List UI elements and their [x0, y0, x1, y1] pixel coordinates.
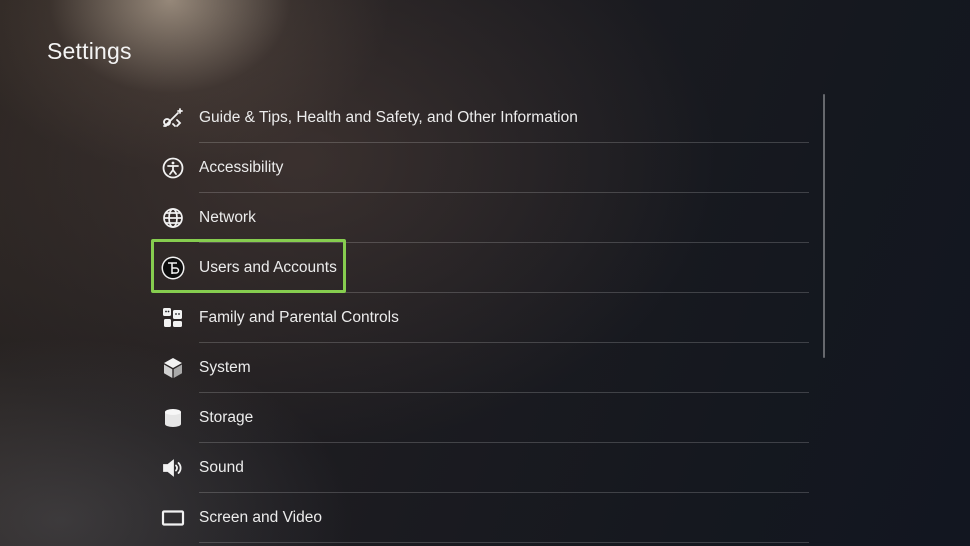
settings-item-family-parental[interactable]: Family and Parental Controls [163, 293, 809, 343]
settings-item-accessibility[interactable]: Accessibility [162, 143, 809, 193]
settings-item-network[interactable]: Network [163, 193, 809, 243]
storage-cylinder-icon [161, 406, 185, 430]
settings-item-storage[interactable]: Storage [165, 393, 809, 443]
cube-icon [161, 356, 185, 380]
accessibility-icon [161, 156, 185, 180]
settings-item-sound[interactable]: Sound [163, 443, 809, 493]
settings-item-label: Users and Accounts [199, 258, 337, 276]
settings-item-label: System [199, 358, 251, 376]
settings-item-users-accounts[interactable]: Users and Accounts [161, 243, 809, 293]
settings-item-label: Screen and Video [199, 508, 322, 526]
settings-item-label: Sound [199, 458, 244, 476]
speaker-icon [161, 456, 185, 480]
settings-item-label: Guide & Tips, Health and Safety, and Oth… [199, 108, 578, 126]
settings-item-label: Storage [199, 408, 254, 426]
settings-item-guide-tips[interactable]: Guide & Tips, Health and Safety, and Oth… [163, 93, 809, 143]
settings-item-system[interactable]: System [164, 343, 809, 393]
guide-tips-icon [161, 106, 185, 130]
settings-item-label: Family and Parental Controls [199, 308, 399, 326]
settings-item-label: Accessibility [199, 158, 284, 176]
user-avatar-icon [161, 256, 185, 280]
scrollbar[interactable] [823, 94, 825, 358]
settings-item-label: Network [199, 208, 256, 226]
screen-icon [161, 506, 185, 530]
page-title: Settings [47, 38, 132, 64]
settings-list: Guide & Tips, Health and Safety, and Oth… [161, 93, 809, 543]
globe-icon [161, 206, 185, 230]
settings-item-screen-video[interactable]: Screen and Video [161, 493, 809, 543]
family-controls-icon [161, 306, 185, 330]
